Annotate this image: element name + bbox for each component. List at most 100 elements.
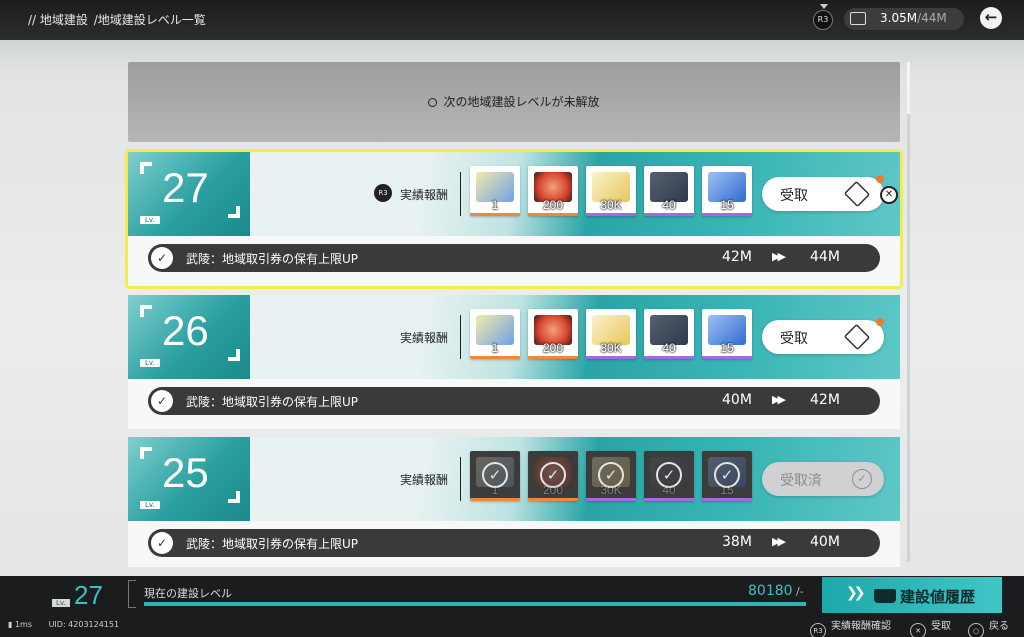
effect-bar: ✓ 武陵：地域取引券の保有上限UP 42M ▶▶ 44M [148, 244, 880, 272]
locked-text: 次の地域建設レベルが未解放 [443, 95, 600, 109]
bracket-decoration [140, 305, 152, 317]
bracket-decoration [140, 447, 152, 459]
item-quantity: 15 [720, 341, 734, 355]
hint-label: 戻る [989, 621, 1009, 632]
double-chevron-icon: ❯❯ [846, 585, 866, 601]
claimed-button: 受取済 ✓ [762, 462, 884, 496]
hint-claim[interactable]: ✕ 受取 [910, 617, 951, 637]
currency-value: 3.05M/44M [880, 11, 947, 25]
scrollbar-track[interactable] [907, 62, 910, 562]
reward-item-device[interactable]: ✓ 40 [644, 451, 694, 501]
r3-button-icon[interactable]: R3 [813, 10, 833, 30]
effect-text: 武陵：地域取引券の保有上限UP [186, 395, 359, 409]
reward-item-crystal[interactable]: 200 [528, 309, 578, 359]
level-label: Lv. [140, 359, 160, 367]
check-icon: ✓ [151, 532, 173, 554]
level-number: 26 [162, 307, 209, 354]
cross-button-icon: ✕ [910, 623, 926, 637]
level-badge: 26 Lv. [128, 295, 250, 379]
ticket-icon [850, 12, 866, 25]
r3-button-icon: R3 [810, 623, 826, 637]
item-quantity: 200 [542, 198, 564, 212]
hint-label: 受取 [931, 621, 951, 632]
r3-button-icon[interactable]: R3 [374, 184, 392, 202]
reward-item-voucher[interactable]: 30K [586, 166, 636, 216]
reward-item-ticket[interactable]: 1 [470, 309, 520, 359]
item-quantity: 200 [542, 483, 564, 497]
breadcrumb-item[interactable]: // 地域建設 [28, 13, 88, 27]
effect-from: 40M [722, 392, 752, 408]
divider [460, 457, 461, 501]
progress-fill [144, 602, 806, 606]
level-label: Lv. [52, 599, 70, 607]
effect-to: 40M [810, 534, 840, 550]
bracket-decoration [140, 162, 152, 174]
triangle-icon [820, 4, 828, 9]
reward-item-material[interactable]: ✓ 15 [702, 451, 752, 501]
reward-item-material[interactable]: 15 [702, 166, 752, 216]
item-quantity: 1 [491, 341, 499, 355]
effect-text: 武陵：地域取引券の保有上限UP [186, 537, 359, 551]
scrollbar-thumb[interactable] [907, 62, 910, 114]
reward-item-crystal[interactable]: 200 [528, 166, 578, 216]
breadcrumb: // 地域建設 /地域建設レベル一覧 [28, 11, 208, 28]
history-label: 建設値履歴 [900, 588, 976, 606]
notification-dot [876, 175, 884, 183]
level-number: 27 [162, 164, 209, 211]
check-icon: ✓ [852, 469, 872, 489]
level-label: Lv. [140, 216, 160, 224]
reward-item-voucher[interactable]: 30K [586, 309, 636, 359]
reward-item-voucher[interactable]: ✓ 30K [586, 451, 636, 501]
level-card-25[interactable]: 25 Lv. 実績報酬 ✓ 1 ✓ 200 ✓ 30K ✓ 40 ✓ 15 受取済 ✓ ✓… [128, 437, 900, 567]
reward-item-device[interactable]: 40 [644, 166, 694, 216]
notification-dot [876, 318, 884, 326]
hint-achievement[interactable]: R3 実績報酬確認 [810, 617, 891, 637]
reward-item-device[interactable]: 40 [644, 309, 694, 359]
hint-label: 実績報酬確認 [831, 621, 891, 632]
item-quantity: 1 [491, 198, 499, 212]
claim-label: 受取 [780, 331, 808, 347]
claim-button[interactable]: 受取 [762, 318, 884, 354]
reward-item-crystal[interactable]: ✓ 200 [528, 451, 578, 501]
effect-from: 38M [722, 534, 752, 550]
claim-label: 受取 [780, 188, 808, 204]
points-value: 80180 [748, 583, 793, 599]
level-card-26[interactable]: 26 Lv. 実績報酬 1 200 30K 40 15 受取 ✓ 武陵：地域取引… [128, 295, 900, 429]
claim-button[interactable]: 受取 [762, 175, 884, 211]
history-button[interactable]: ❯❯ 建設値履歴 [822, 577, 1002, 613]
build-level-label: 現在の建設レベル [144, 587, 232, 600]
reward-item-material[interactable]: 15 [702, 309, 752, 359]
effect-bar: ✓ 武陵：地域取引券の保有上限UP 38M ▶▶ 40M [148, 529, 880, 557]
item-quantity: 30K [600, 341, 622, 355]
item-quantity: 30K [600, 483, 622, 497]
back-arrow-icon[interactable]: ← [980, 7, 1002, 29]
item-quantity: 40 [662, 341, 676, 355]
lock-icon [428, 98, 438, 107]
status-info: ▮ 1ms UID: 4203124151 [8, 620, 119, 629]
item-quantity: 15 [720, 483, 734, 497]
circle-button-icon: ○ [968, 623, 984, 637]
bracket-decoration [228, 206, 240, 218]
item-quantity: 30K [600, 198, 622, 212]
reward-label: 実績報酬 [400, 473, 449, 487]
effect-to: 44M [810, 249, 840, 265]
bracket-decoration [228, 349, 240, 361]
check-icon: ✓ [151, 390, 173, 412]
effect-from: 42M [722, 249, 752, 265]
check-icon: ✓ [151, 247, 173, 269]
reward-item-ticket[interactable]: ✓ 1 [470, 451, 520, 501]
item-quantity: 200 [542, 341, 564, 355]
item-quantity: 15 [720, 198, 734, 212]
level-badge: 25 Lv. [128, 437, 250, 521]
box-icon [843, 180, 871, 208]
cross-button-icon[interactable]: ✕ [880, 186, 898, 204]
level-card-27[interactable]: 27 Lv. R3 実績報酬 1 200 30K 40 15 受取 ✕ ✓ 武陵… [125, 149, 903, 289]
divider [460, 172, 461, 216]
reward-label: 実績報酬 [400, 331, 449, 345]
uid: UID: 4203124151 [48, 620, 120, 629]
claim-label: 受取済 [780, 473, 822, 489]
locked-level-card: 次の地域建設レベルが未解放 [128, 62, 900, 142]
hint-back[interactable]: ○ 戻る [968, 617, 1009, 637]
reward-item-ticket[interactable]: 1 [470, 166, 520, 216]
folder-icon [874, 589, 896, 603]
